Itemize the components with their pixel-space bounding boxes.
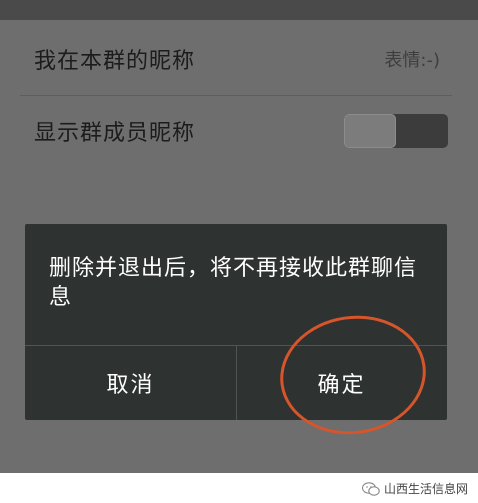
footer: 山西生活信息网 — [0, 473, 478, 503]
show-member-nickname-row: 显示群成员昵称 — [20, 95, 452, 167]
toggle-knob — [344, 114, 396, 148]
show-member-nickname-label: 显示群成员昵称 — [34, 121, 196, 146]
dialog-message: 删除并退出后，将不再接收此群聊信息 — [49, 256, 418, 310]
group-nickname-label: 我在本群的昵称 — [34, 48, 196, 74]
confirm-button[interactable]: 确定 — [236, 346, 447, 420]
group-nickname-value: 表情:-) — [384, 49, 440, 71]
show-member-nickname-toggle[interactable] — [344, 114, 448, 148]
wechat-icon — [361, 481, 380, 496]
top-bar — [0, 0, 478, 20]
group-settings-screen: 我在本群的昵称 表情:-) 显示群成员昵称 删除并退出后，将不再接收此群聊信息 … — [0, 0, 478, 473]
cancel-button[interactable]: 取消 — [25, 346, 236, 420]
watermark-text: 山西生活信息网 — [383, 482, 468, 496]
watermark: 山西生活信息网 — [361, 480, 468, 497]
group-nickname-row[interactable]: 我在本群的昵称 表情:-) — [20, 22, 452, 96]
delete-and-exit-dialog: 删除并退出后，将不再接收此群聊信息 取消 确定 — [25, 224, 447, 420]
